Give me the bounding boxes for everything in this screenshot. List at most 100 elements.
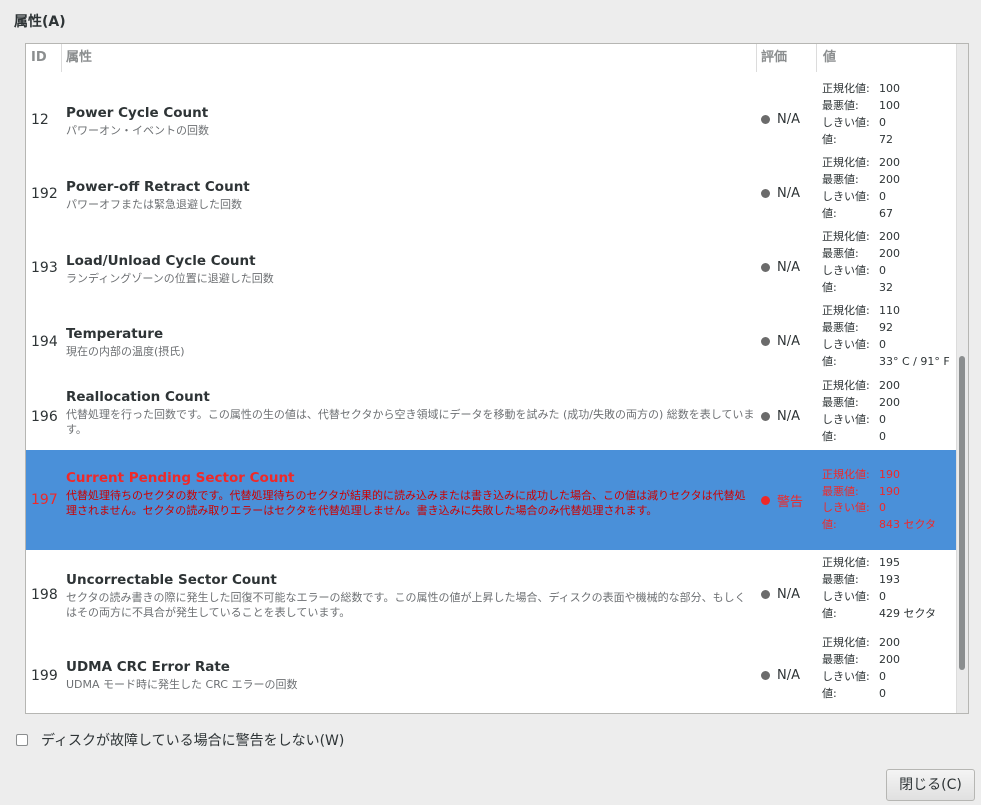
value-cell: 正規化値: 200 最悪値: 200 しきい値: 0 値: 0	[822, 377, 900, 445]
table-row[interactable]: 12 Power Cycle Count パワーオン・イベントの回数 N/A 正…	[26, 78, 956, 152]
column-header-assessment[interactable]: 評価	[756, 44, 817, 72]
normalized-value: 200	[879, 230, 900, 243]
raw-value: 429 セクタ	[879, 607, 937, 620]
raw-value: 0	[879, 687, 886, 700]
attribute-name-cell: Current Pending Sector Count 代替処理待ちのセクタの…	[66, 470, 756, 518]
table-row[interactable]: 196 Reallocation Count 代替処理を行った回数です。この属性…	[26, 375, 956, 450]
normalized-value: 195	[879, 556, 900, 569]
threshold-label: しきい値:	[822, 264, 870, 277]
threshold-value: 0	[879, 413, 886, 426]
worst-value: 200	[879, 653, 900, 666]
value-cell: 正規化値: 200 最悪値: 200 しきい値: 0 値: 32	[822, 228, 900, 296]
table-row[interactable]: 199 UDMA CRC Error Rate UDMA モード時に発生した C…	[26, 630, 956, 712]
assessment-cell: N/A	[761, 260, 800, 275]
assessment-label: N/A	[777, 668, 800, 683]
worst-label: 最悪値:	[822, 247, 859, 260]
attribute-name: Uncorrectable Sector Count	[66, 572, 277, 588]
worst-label: 最悪値:	[822, 484, 859, 498]
attributes-table: ID 属性 評価 値 12 Power Cycle Count パワーオン・イベ…	[25, 43, 969, 714]
attribute-id: 194	[31, 334, 58, 350]
normalized-label: 正規化値:	[822, 556, 870, 569]
threshold-label: しきい値:	[822, 670, 870, 683]
assessment-label: 警告	[777, 495, 804, 510]
threshold-label: しきい値:	[822, 590, 870, 603]
value-cell: 正規化値: 100 最悪値: 100 しきい値: 0 値: 72	[822, 80, 900, 148]
raw-label: 値:	[822, 687, 837, 700]
threshold-value: 0	[879, 501, 886, 514]
assessment-cell: N/A	[761, 112, 800, 127]
normalized-value: 190	[879, 468, 900, 481]
worst-label: 最悪値:	[822, 99, 859, 112]
vertical-scrollbar[interactable]	[956, 44, 968, 713]
threshold-label: しきい値:	[822, 413, 870, 426]
assessment-cell: N/A	[761, 334, 800, 349]
normalized-label: 正規化値:	[822, 156, 870, 169]
attribute-name-cell: UDMA CRC Error Rate UDMA モード時に発生した CRC エ…	[66, 659, 756, 692]
raw-label: 値:	[822, 517, 837, 531]
normalized-value: 110	[879, 304, 900, 317]
status-dot-icon	[761, 263, 770, 272]
attribute-name: Power Cycle Count	[66, 105, 209, 121]
status-dot-icon	[761, 412, 770, 421]
attribute-description: UDMA モード時に発生した CRC エラーの回数	[66, 678, 298, 691]
normalized-value: 200	[879, 156, 900, 169]
attribute-name: Load/Unload Cycle Count	[66, 253, 256, 269]
assessment-label: N/A	[777, 587, 800, 602]
assessment-cell: N/A	[761, 186, 800, 201]
worst-value: 190	[879, 484, 900, 498]
attribute-id: 198	[31, 587, 58, 603]
worst-value: 100	[879, 99, 900, 112]
table-row[interactable]: 193 Load/Unload Cycle Count ランディングゾーンの位置…	[26, 226, 956, 300]
attribute-id: 192	[31, 186, 58, 202]
attribute-name: UDMA CRC Error Rate	[66, 659, 230, 675]
worst-value: 92	[879, 321, 893, 334]
threshold-value: 0	[879, 338, 886, 351]
column-header-value[interactable]: 値	[816, 44, 957, 72]
column-header-id[interactable]: ID	[31, 44, 47, 72]
column-header-attribute[interactable]: 属性	[61, 44, 756, 72]
attribute-id: 199	[31, 668, 58, 684]
worst-label: 最悪値:	[822, 321, 859, 334]
attribute-id: 197	[31, 492, 58, 508]
worst-label: 最悪値:	[822, 573, 859, 586]
table-row[interactable]: 194 Temperature 現在の内部の温度(摂氏) N/A 正規化値: 11…	[26, 300, 956, 375]
scrollbar-thumb[interactable]	[959, 356, 965, 670]
attribute-description: 代替処理を行った回数です。この属性の生の値は、代替セクタから空き領域にデータを移…	[66, 408, 755, 436]
raw-label: 値:	[822, 133, 837, 146]
assessment-label: N/A	[777, 334, 800, 349]
table-row-selected[interactable]: 197 Current Pending Sector Count 代替処理待ちの…	[26, 450, 956, 550]
table-header: ID 属性 評価 値	[26, 44, 956, 72]
worst-value: 200	[879, 247, 900, 260]
raw-value: 843 セクタ	[879, 517, 937, 531]
assessment-label: N/A	[777, 186, 800, 201]
attribute-name-cell: Temperature 現在の内部の温度(摂氏)	[66, 326, 756, 359]
attribute-id: 193	[31, 260, 58, 276]
attributes-section-title: 属性(A)	[14, 14, 66, 30]
attribute-name: Temperature	[66, 326, 164, 342]
raw-value: 0	[879, 430, 886, 443]
attribute-name: Current Pending Sector Count	[66, 470, 295, 486]
raw-label: 値:	[822, 281, 837, 294]
warning-dot-icon	[761, 496, 770, 505]
no-warning-checkbox-label[interactable]: ディスクが故障している場合に警告をしない(W)	[41, 730, 344, 750]
no-warning-checkbox[interactable]	[16, 734, 28, 746]
assessment-cell: N/A	[761, 409, 800, 424]
close-button[interactable]: 閉じる(C)	[886, 769, 975, 801]
attribute-name: Reallocation Count	[66, 389, 210, 405]
no-warning-checkbox-row[interactable]: ディスクが故障している場合に警告をしない(W)	[16, 730, 344, 750]
status-dot-icon	[761, 189, 770, 198]
normalized-label: 正規化値:	[822, 468, 870, 481]
status-dot-icon	[761, 115, 770, 124]
raw-label: 値:	[822, 207, 837, 220]
threshold-value: 0	[879, 116, 886, 129]
assessment-label: N/A	[777, 112, 800, 127]
raw-value: 33° C / 91° F	[879, 355, 950, 368]
threshold-value: 0	[879, 590, 886, 603]
raw-value: 32	[879, 281, 893, 294]
table-row[interactable]: 192 Power-off Retract Count パワーオフまたは緊急退避…	[26, 152, 956, 226]
worst-value: 200	[879, 396, 900, 409]
worst-label: 最悪値:	[822, 653, 859, 666]
normalized-label: 正規化値:	[822, 304, 870, 317]
table-row[interactable]: 198 Uncorrectable Sector Count セクタの読み書きの…	[26, 550, 956, 630]
value-cell: 正規化値: 200 最悪値: 200 しきい値: 0 値: 67	[822, 154, 900, 222]
